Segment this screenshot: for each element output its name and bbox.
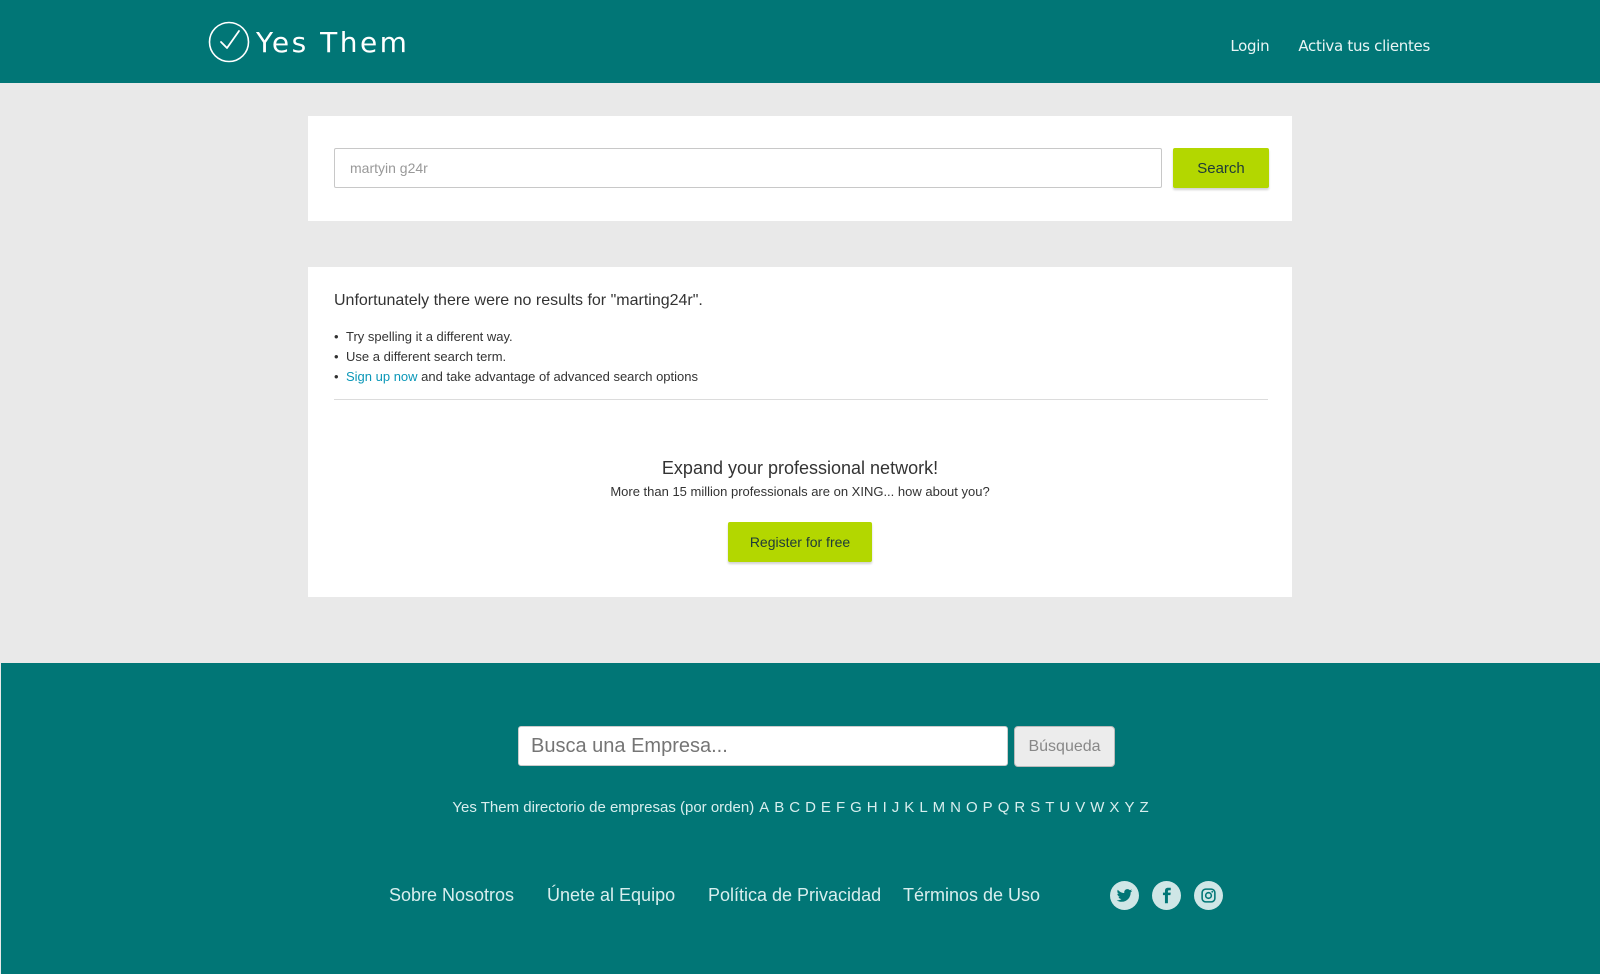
directory-letter-q[interactable]: Q — [998, 799, 1010, 816]
directory-letter-v[interactable]: V — [1075, 799, 1085, 816]
tip-text: Try spelling it a different way. — [346, 329, 513, 344]
privacy-link[interactable]: Política de Privacidad — [708, 885, 881, 906]
directory-letter-m[interactable]: M — [933, 799, 946, 816]
directory-letter-f[interactable]: F — [836, 799, 845, 816]
directory-letter-c[interactable]: C — [789, 799, 800, 816]
facebook-icon[interactable] — [1152, 881, 1181, 910]
about-link[interactable]: Sobre Nosotros — [389, 885, 514, 906]
directory-letter-r[interactable]: R — [1014, 799, 1025, 816]
results-panel: Unfortunately there were no results for … — [308, 267, 1292, 597]
promo-subtitle: More than 15 million professionals are o… — [610, 484, 990, 499]
directory-letter-i[interactable]: I — [883, 799, 887, 816]
search-panel: Search — [308, 116, 1292, 221]
directory-letter-z[interactable]: Z — [1139, 799, 1148, 816]
twitter-icon[interactable] — [1110, 881, 1139, 910]
search-input[interactable] — [334, 148, 1162, 188]
directory-letter-o[interactable]: O — [966, 799, 978, 816]
sign-up-link[interactable]: Sign up now — [346, 369, 418, 384]
directory-letter-u[interactable]: U — [1059, 799, 1070, 816]
directory-letter-x[interactable]: X — [1109, 799, 1119, 816]
list-item: Sign up now and take advantage of advanc… — [334, 367, 698, 387]
company-directory: Yes Them directorio de empresas (por ord… — [1, 799, 1600, 816]
header-nav: Login Activa tus clientes — [1230, 37, 1430, 55]
directory-letter-g[interactable]: G — [850, 799, 862, 816]
directory-letter-b[interactable]: B — [774, 799, 784, 816]
directory-letter-k[interactable]: K — [904, 799, 914, 816]
footer: Búsqueda Yes Them directorio de empresas… — [1, 663, 1600, 974]
tip-text: Use a different search term. — [346, 349, 507, 364]
list-item: Use a different search term. — [334, 347, 698, 367]
directory-label: Yes Them directorio de empresas (por ord… — [452, 799, 755, 816]
top-header: Yes Them Login Activa tus clientes — [0, 0, 1600, 83]
no-results-message: Unfortunately there were no results for … — [334, 292, 703, 309]
directory-letter-d[interactable]: D — [805, 799, 816, 816]
activate-clients-link[interactable]: Activa tus clientes — [1298, 37, 1430, 55]
checkmark-circle-icon — [208, 21, 250, 63]
directory-letter-p[interactable]: P — [983, 799, 993, 816]
list-item: Try spelling it a different way. — [334, 327, 698, 347]
directory-letter-s[interactable]: S — [1030, 799, 1040, 816]
directory-letter-e[interactable]: E — [821, 799, 831, 816]
directory-letter-n[interactable]: N — [950, 799, 961, 816]
directory-letter-w[interactable]: W — [1090, 799, 1104, 816]
logo-text: Yes Them — [256, 25, 410, 59]
instagram-icon[interactable] — [1194, 881, 1223, 910]
search-tips-list: Try spelling it a different way. Use a d… — [334, 327, 698, 387]
login-link[interactable]: Login — [1230, 37, 1269, 55]
register-button[interactable]: Register for free — [728, 522, 872, 562]
directory-letters: ABCDEFGHIJKLMNOPQRSTUVWXYZ — [754, 799, 1148, 816]
directory-letter-l[interactable]: L — [919, 799, 927, 816]
company-search-button[interactable]: Búsqueda — [1014, 726, 1115, 767]
promo-title: Expand your professional network! — [661, 458, 939, 478]
search-button[interactable]: Search — [1173, 148, 1269, 188]
directory-letter-h[interactable]: H — [867, 799, 878, 816]
directory-letter-y[interactable]: Y — [1124, 799, 1134, 816]
directory-letter-t[interactable]: T — [1045, 799, 1054, 816]
terms-link[interactable]: Términos de Uso — [903, 885, 1040, 906]
divider — [334, 399, 1268, 400]
directory-letter-a[interactable]: A — [759, 799, 769, 816]
logo[interactable]: Yes Them — [208, 21, 409, 63]
tip-text: and take advantage of advanced search op… — [417, 369, 698, 384]
join-team-link[interactable]: Únete al Equipo — [547, 885, 675, 906]
company-search-input[interactable] — [518, 726, 1008, 766]
directory-letter-j[interactable]: J — [892, 799, 900, 816]
